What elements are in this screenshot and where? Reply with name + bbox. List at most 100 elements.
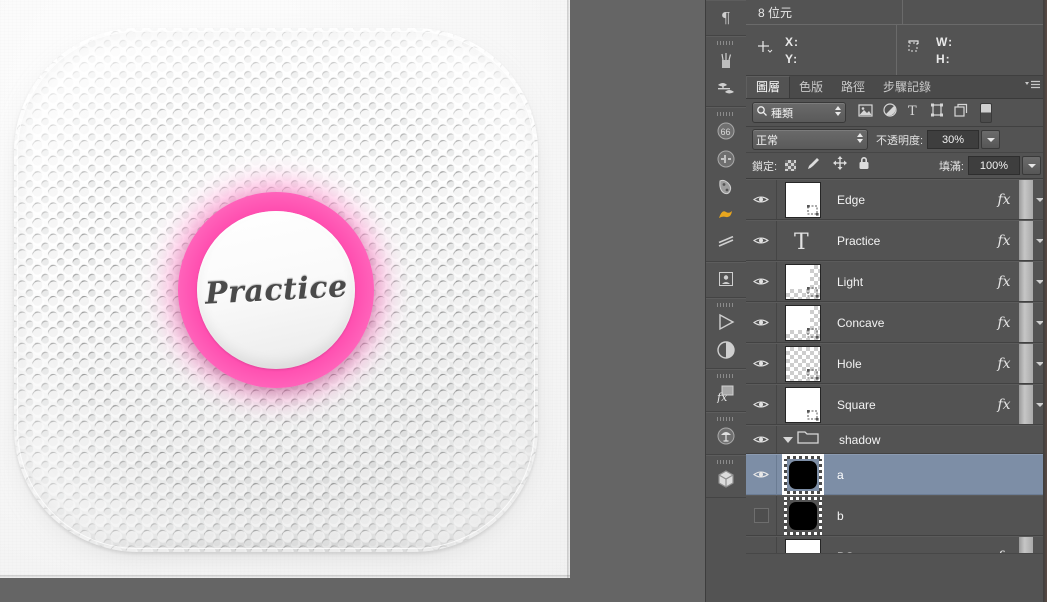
clone-source-icon[interactable] <box>706 145 746 173</box>
dock-grip[interactable] <box>706 110 746 117</box>
timeline-icon[interactable] <box>706 229 746 257</box>
layer-row-a[interactable]: a <box>746 454 1047 495</box>
play-icon[interactable] <box>706 308 746 336</box>
tab-paths[interactable]: 路徑 <box>832 77 874 98</box>
3d-icon[interactable] <box>706 465 746 493</box>
dock-grip[interactable] <box>706 458 746 465</box>
layer-row-light[interactable]: Light fx <box>746 261 1047 302</box>
effects-scroll-strip[interactable] <box>1019 303 1033 342</box>
layer-effects-icon[interactable]: fx <box>989 356 1019 372</box>
filter-type-icons[interactable]: T <box>858 103 968 122</box>
visibility-toggle[interactable] <box>746 180 777 219</box>
visibility-toggle[interactable] <box>746 221 777 260</box>
layer-effects-icon[interactable]: fx <box>989 192 1019 208</box>
measurement-log-icon[interactable] <box>706 173 746 201</box>
3d-materials-icon[interactable]: 66 <box>706 117 746 145</box>
dock-grip[interactable] <box>706 372 746 379</box>
layer-filter-bar[interactable]: 種類 T <box>746 99 1047 127</box>
visibility-toggle[interactable] <box>746 385 777 424</box>
panel-icon-dock[interactable]: ¶ 66 fx <box>705 0 747 602</box>
layer-effects-icon[interactable]: fx <box>989 315 1019 331</box>
blend-mode-select[interactable]: 正常 <box>752 129 868 150</box>
canvas-workspace[interactable]: Practice <box>0 0 705 602</box>
smartobject-filter-icon[interactable] <box>954 103 968 122</box>
shape-filter-icon[interactable] <box>930 103 944 122</box>
brush-presets-icon[interactable] <box>706 46 746 74</box>
updown-chevron-icon[interactable] <box>834 105 842 120</box>
effects-scroll-strip[interactable] <box>1019 262 1033 301</box>
layer-effects-icon[interactable]: fx <box>989 274 1019 290</box>
layer-thumbnail[interactable] <box>777 263 829 300</box>
opacity-value[interactable]: 30% <box>927 130 980 149</box>
lock-row[interactable]: 鎖定: 填滿: 100% <box>746 153 1047 179</box>
filter-kind-select[interactable]: 種類 <box>752 102 846 123</box>
effects-scroll-strip[interactable] <box>1019 180 1033 219</box>
effects-scroll-strip[interactable] <box>1019 385 1033 424</box>
tab-layers[interactable]: 圖層 <box>746 76 791 98</box>
layers-list[interactable]: Edge fx T Practice fx Light fx Concave f… <box>746 179 1047 602</box>
effects-scroll-strip[interactable] <box>1019 221 1033 260</box>
lock-position-icon[interactable] <box>833 156 848 175</box>
layer-name[interactable]: b <box>829 509 989 523</box>
dock-grip[interactable] <box>706 301 746 308</box>
layer-name[interactable]: Hole <box>829 357 989 371</box>
adjustments-icon[interactable] <box>706 336 746 364</box>
opacity-chevron-down-icon[interactable] <box>981 130 1001 149</box>
updown-chevron-icon[interactable] <box>856 132 864 147</box>
visibility-toggle[interactable] <box>746 426 777 453</box>
dock-grip[interactable] <box>706 39 746 46</box>
layer-thumbnail[interactable] <box>777 304 829 341</box>
effects-scroll-strip[interactable] <box>1019 344 1033 383</box>
group-disclosure[interactable] <box>777 429 835 450</box>
character-icon[interactable] <box>706 265 746 293</box>
dock-grip[interactable] <box>706 415 746 422</box>
adjustment-filter-icon[interactable] <box>883 103 897 122</box>
paragraph-icon[interactable]: ¶ <box>706 3 746 31</box>
chevron-down-icon[interactable] <box>783 436 793 443</box>
layer-row-edge[interactable]: Edge fx <box>746 179 1047 220</box>
layer-name[interactable]: Square <box>829 398 989 412</box>
layer-row-shadow-group[interactable]: shadow <box>746 425 1047 454</box>
document-window[interactable]: Practice <box>0 0 570 578</box>
lock-transparency-icon[interactable] <box>785 160 797 171</box>
layer-thumbnail[interactable]: T <box>777 228 829 254</box>
layer-row-b[interactable]: b <box>746 495 1047 536</box>
fill-value[interactable]: 100% <box>968 156 1020 175</box>
notes-icon[interactable] <box>706 201 746 229</box>
panel-menu-icon[interactable] <box>1025 80 1041 90</box>
visibility-off-icon[interactable] <box>753 508 769 523</box>
visibility-toggle[interactable] <box>746 496 777 535</box>
pixel-filter-icon[interactable] <box>858 103 873 122</box>
layer-thumbnail[interactable] <box>777 455 829 494</box>
tab-channels[interactable]: 色版 <box>790 77 832 98</box>
layer-effects-icon[interactable]: fx <box>989 233 1019 249</box>
lock-all-icon[interactable] <box>858 156 870 175</box>
visibility-toggle[interactable] <box>746 303 777 342</box>
layer-row-square[interactable]: Square fx <box>746 384 1047 425</box>
layer-row-hole[interactable]: Hole fx <box>746 343 1047 384</box>
layer-thumbnail[interactable] <box>777 345 829 382</box>
navigator-icon[interactable] <box>706 422 746 450</box>
visibility-toggle[interactable] <box>746 262 777 301</box>
lock-image-icon[interactable] <box>807 157 822 175</box>
layer-name[interactable]: shadow <box>835 433 1019 447</box>
layer-name[interactable]: Concave <box>829 316 989 330</box>
layer-name[interactable]: Light <box>829 275 989 289</box>
visibility-toggle[interactable] <box>746 344 777 383</box>
lock-icons[interactable] <box>785 156 870 175</box>
panel-tabbar[interactable]: 圖層 色版 路徑 步驟記錄 <box>746 76 1047 99</box>
blend-mode-row[interactable]: 正常 不透明度: 30% <box>746 127 1047 153</box>
layer-row-concave[interactable]: Concave fx <box>746 302 1047 343</box>
layer-thumbnail[interactable] <box>777 386 829 423</box>
layer-row-practice[interactable]: T Practice fx <box>746 220 1047 261</box>
fill-chevron-down-icon[interactable] <box>1022 156 1041 175</box>
tab-history[interactable]: 步驟記錄 <box>874 77 940 98</box>
layer-name[interactable]: Practice <box>829 234 989 248</box>
layer-thumbnail[interactable] <box>777 496 829 535</box>
layer-name[interactable]: a <box>829 468 989 482</box>
layer-name[interactable]: Edge <box>829 193 989 207</box>
filter-toggle-switch[interactable] <box>980 102 992 123</box>
styles-icon[interactable]: fx <box>706 379 746 407</box>
layer-thumbnail[interactable] <box>777 181 829 218</box>
layer-effects-icon[interactable]: fx <box>989 397 1019 413</box>
